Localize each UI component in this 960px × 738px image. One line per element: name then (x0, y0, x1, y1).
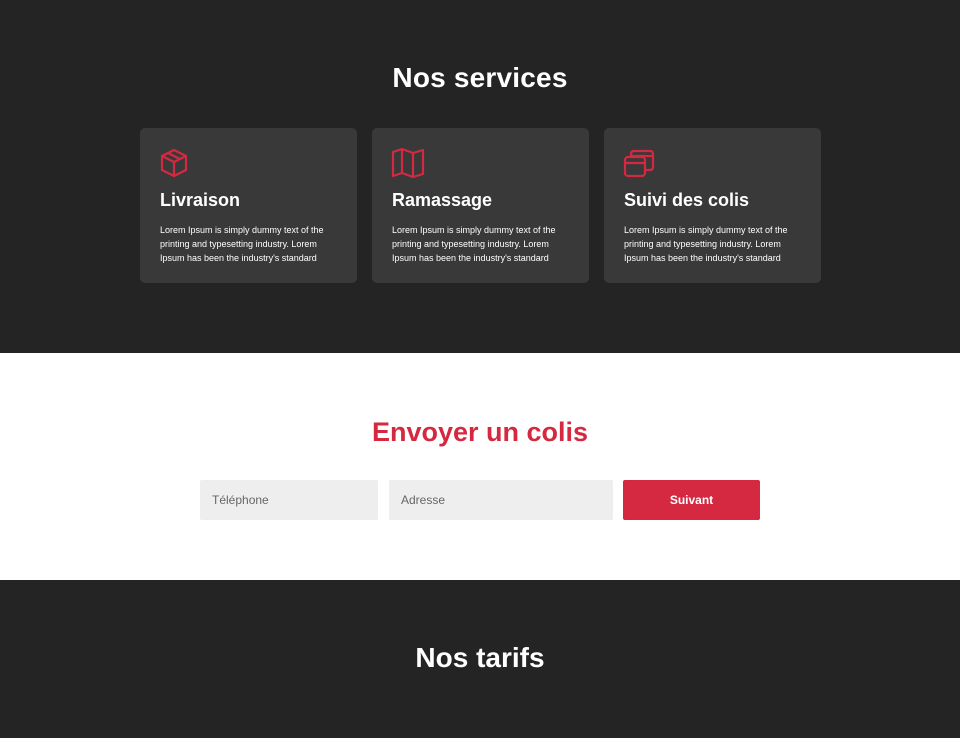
service-card-text: Lorem Ipsum is simply dummy text of the … (624, 225, 788, 263)
service-card-title: Livraison (160, 190, 241, 210)
map-icon (391, 147, 425, 179)
services-title: Nos services (392, 62, 568, 93)
service-card-title: Suivi des colis (624, 190, 750, 210)
pricing-title: Nos tarifs (415, 642, 545, 673)
pricing-section: Nos tarifs (0, 580, 960, 738)
send-parcel-title: Envoyer un colis (371, 417, 589, 447)
service-card-text: Lorem Ipsum is simply dummy text of the … (392, 225, 556, 263)
send-parcel-section: Envoyer un colis Suivant (0, 353, 960, 580)
next-button[interactable]: Suivant (623, 480, 760, 520)
phone-input[interactable] (200, 480, 378, 520)
service-card-title: Ramassage (392, 190, 493, 210)
service-card-ramassage: Ramassage Lorem Ipsum is simply dummy te… (372, 128, 589, 283)
address-input[interactable] (389, 480, 613, 520)
service-card-suivi: Suivi des colis Lorem Ipsum is simply du… (604, 128, 821, 283)
stacked-boxes-icon (623, 149, 655, 178)
services-section: Nos services Livraison Lorem Ipsum is si… (0, 0, 960, 353)
service-card-text: Lorem Ipsum is simply dummy text of the … (160, 225, 324, 263)
service-card-livraison: Livraison Lorem Ipsum is simply dummy te… (140, 128, 357, 283)
box-icon (160, 148, 188, 178)
